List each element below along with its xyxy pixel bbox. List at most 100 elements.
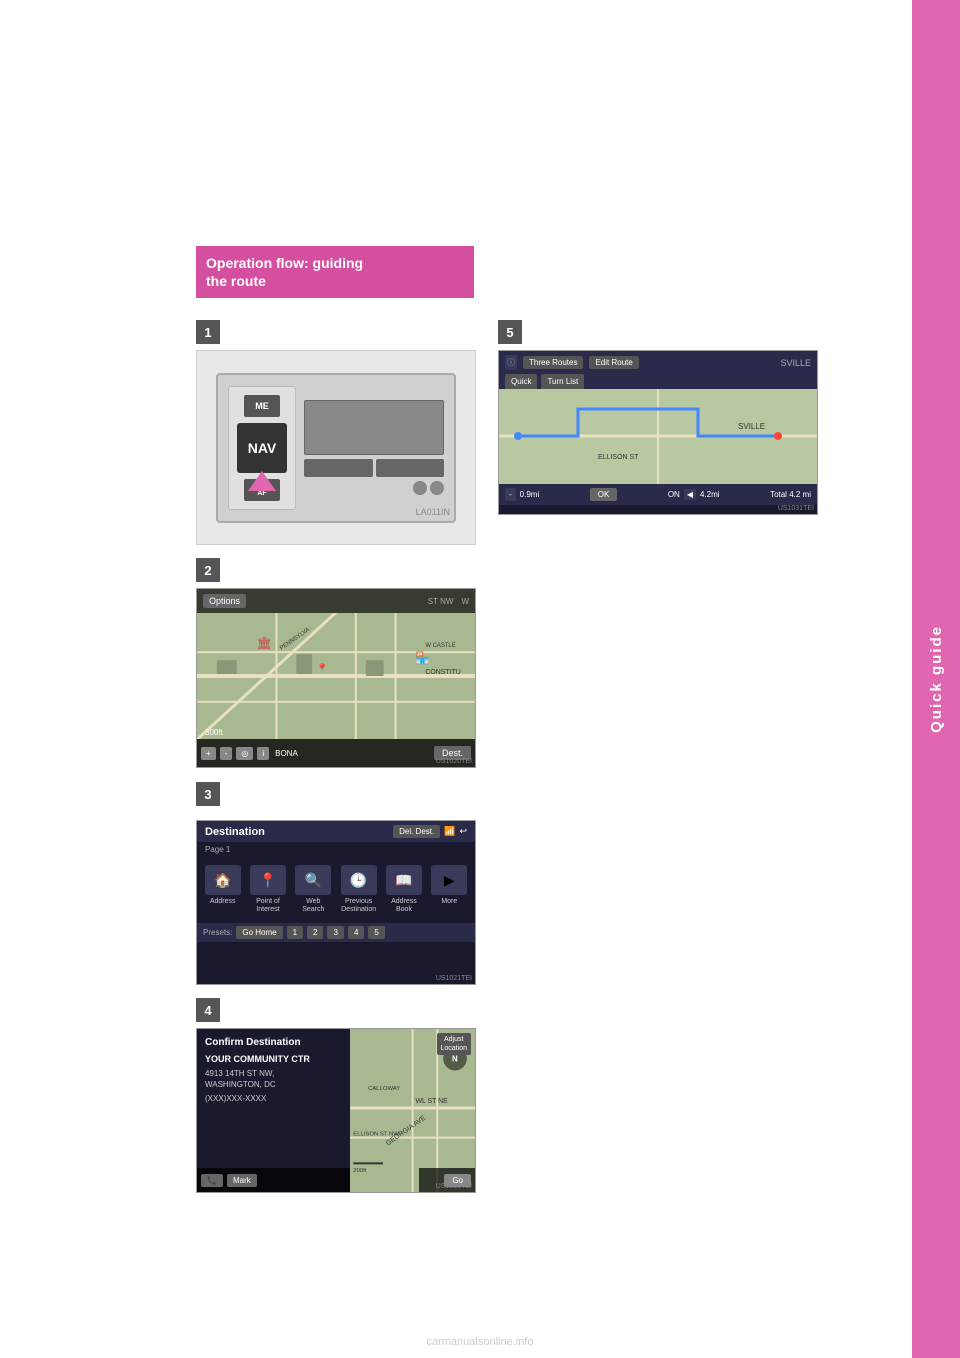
- confirm-place-name: YOUR COMMUNITY CTR: [205, 1054, 342, 1064]
- mark-button[interactable]: Mark: [227, 1174, 257, 1187]
- confirm-map-panel: WL ST NE CALLOWAY ELLISON ST NW GEORGIA …: [350, 1029, 475, 1192]
- three-routes-button[interactable]: Three Routes: [523, 356, 583, 369]
- step4-image: Confirm Destination YOUR COMMUNITY CTR 4…: [196, 1028, 476, 1193]
- sidebar-tab-label: Quick guide: [928, 625, 945, 733]
- prev-dest-icon-item[interactable]: 🕒 PreviousDestination: [341, 865, 377, 915]
- route-toolbar: ⓘ Three Routes Edit Route SVILLE: [499, 351, 817, 374]
- svg-text:WL ST NE: WL ST NE: [415, 1098, 448, 1105]
- step2-badge: 2: [196, 558, 220, 582]
- svg-text:ELLISON ST: ELLISON ST: [598, 454, 639, 461]
- car-dashboard: ME NAV INAF: [197, 351, 475, 544]
- map-display: N Options ST NW W: [197, 589, 475, 767]
- minus-btn[interactable]: -: [505, 488, 516, 501]
- preset-2-button[interactable]: 2: [307, 926, 323, 939]
- turn-list-tab[interactable]: Turn List: [541, 374, 584, 389]
- map-bottom-bar: + - ◎ i BONA Dest.: [197, 739, 475, 767]
- section-title-box: Operation flow: guiding the route: [196, 246, 474, 298]
- info-btn[interactable]: i: [257, 747, 269, 760]
- preset-4-button[interactable]: 4: [348, 926, 364, 939]
- confirm-phone: (XXX)XXX-XXXX: [205, 1094, 342, 1103]
- map-toolbar: N Options ST NW W: [197, 589, 475, 613]
- del-dest-button[interactable]: Del. Dest.: [393, 825, 440, 838]
- step5-badge: 5: [498, 320, 522, 344]
- web-search-label: WebSearch: [302, 898, 324, 915]
- addr-book-icon-box: 📖: [386, 865, 422, 895]
- step5-watermark: US1031TEI: [778, 505, 814, 512]
- expand-icon[interactable]: ◀: [684, 489, 696, 500]
- step1-watermark: LA011IN: [416, 507, 450, 517]
- zoom-in-btn[interactable]: +: [201, 747, 216, 760]
- dest-icons-row: 🏠 Address 📍 Point ofInterest 🔍 WebSearch: [197, 857, 475, 923]
- section-title: Operation flow: guiding the route: [206, 254, 363, 290]
- addr-book-icon-item[interactable]: 📖 AddressBook: [386, 865, 422, 915]
- confirm-bottom-bar: 📞 Mark: [197, 1168, 350, 1192]
- step2-image: N Options ST NW W: [196, 588, 476, 768]
- more-label: More: [441, 898, 457, 906]
- go-home-button[interactable]: Go Home: [236, 926, 282, 939]
- svg-text:W CASTLE: W CASTLE: [425, 643, 455, 649]
- svg-text:200ft: 200ft: [353, 1168, 366, 1174]
- edit-route-button[interactable]: Edit Route: [589, 356, 638, 369]
- confirm-screen-title: Confirm Destination: [205, 1037, 342, 1048]
- phone-icon-btn[interactable]: 📞: [201, 1174, 223, 1187]
- confirm-left-panel: Confirm Destination YOUR COMMUNITY CTR 4…: [197, 1029, 350, 1192]
- svg-text:🏪: 🏪: [415, 651, 430, 665]
- more-icon-box: ▶: [431, 865, 467, 895]
- svg-text:🏛: 🏛: [257, 636, 272, 650]
- preset-1-button[interactable]: 1: [287, 926, 303, 939]
- me-button[interactable]: ME: [244, 395, 280, 417]
- dest-presets: Presets: Go Home 1 2 3 4 5: [197, 923, 475, 942]
- svg-text:N: N: [452, 1055, 458, 1064]
- web-search-icon-item[interactable]: 🔍 WebSearch: [295, 865, 331, 915]
- preset-5-button[interactable]: 5: [368, 926, 384, 939]
- prev-dest-label: PreviousDestination: [341, 898, 376, 915]
- step2-watermark: US1020TEI: [436, 758, 472, 765]
- route-map-area: SVILLE ELLISON ST: [499, 389, 817, 484]
- confirm-address: 4913 14TH ST NW, WASHINGTON, DC: [205, 1068, 342, 1090]
- on-label: ON: [668, 490, 680, 499]
- addr-book-label: AddressBook: [391, 898, 417, 915]
- more-icon-item[interactable]: ▶ More: [431, 865, 467, 915]
- route-total: Total 4.2 mi: [770, 490, 811, 499]
- page-watermark: carmanualsonline.info: [426, 1336, 533, 1348]
- address-label: Address: [210, 898, 236, 906]
- options-button[interactable]: Options: [203, 594, 246, 608]
- route-bottom-bar: - 0.9mi OK ON ◀ 4.2mi Total 4.2 mi: [499, 484, 817, 505]
- quick-tab[interactable]: Quick: [505, 374, 537, 389]
- svg-text:📍: 📍: [316, 663, 328, 675]
- step4-badge: 4: [196, 998, 220, 1022]
- confirm-destination-screen: Confirm Destination YOUR COMMUNITY CTR 4…: [197, 1029, 475, 1192]
- step3-image: Destination Del. Dest. 📶 ↩ Page 1 🏠 Addr…: [196, 820, 476, 985]
- dest-screen-title: Destination: [205, 826, 265, 838]
- info-icon-btn: ⓘ: [505, 355, 517, 370]
- map-scale: 300ft: [205, 728, 223, 737]
- nav-button[interactable]: NAV: [237, 423, 287, 473]
- zoom-out-btn[interactable]: -: [220, 747, 233, 760]
- poi-icon-item[interactable]: 📍 Point ofInterest: [250, 865, 286, 915]
- step1-badge: 1: [196, 320, 220, 344]
- step1-image: ME NAV INAF: [196, 350, 476, 545]
- sidebar-tab: Quick guide: [912, 0, 960, 1358]
- poi-icon-box: 📍: [250, 865, 286, 895]
- recenter-btn[interactable]: ◎: [236, 747, 253, 760]
- route-dist-2: 4.2mi: [700, 490, 720, 499]
- route-screen: ⓘ Three Routes Edit Route SVILLE Quick T…: [499, 351, 817, 514]
- dest-screen-header: Destination Del. Dest. 📶 ↩: [197, 821, 475, 842]
- presets-label: Presets:: [203, 928, 232, 937]
- prev-dest-icon-box: 🕒: [341, 865, 377, 895]
- address-icon-box: 🏠: [205, 865, 241, 895]
- step5-image: ⓘ Three Routes Edit Route SVILLE Quick T…: [498, 350, 818, 515]
- svg-text:CONSTITU: CONSTITU: [425, 669, 460, 676]
- adjust-location-button[interactable]: AdjustLocation: [437, 1033, 471, 1055]
- map-city-label: SVILLE: [780, 358, 811, 368]
- svg-text:SVILLE: SVILLE: [738, 422, 765, 431]
- dest-page-label: Page 1: [197, 842, 475, 857]
- step4-watermark: US1030TEI: [436, 1183, 472, 1190]
- route-dist-1: 0.9mi: [520, 490, 540, 499]
- address-icon-item[interactable]: 🏠 Address: [205, 865, 241, 915]
- poi-label: Point ofInterest: [256, 898, 280, 915]
- route-ok-button[interactable]: OK: [590, 488, 618, 501]
- preset-3-button[interactable]: 3: [327, 926, 343, 939]
- route-tabs: Quick Turn List: [499, 374, 817, 389]
- step3-watermark: US1021TEI: [436, 975, 472, 982]
